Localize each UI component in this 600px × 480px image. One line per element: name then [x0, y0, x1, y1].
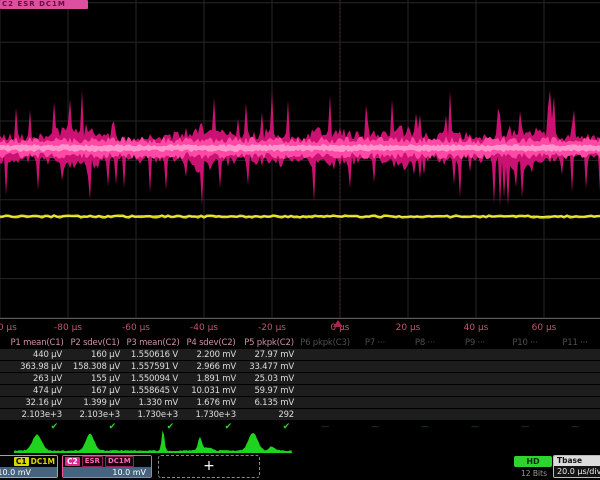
- time-axis: -100 µs-80 µs-60 µs-40 µs-20 µs0 µs20 µs…: [0, 318, 600, 338]
- time-axis-line: [0, 318, 600, 319]
- measurement-value: 1.399 µV: [66, 397, 124, 409]
- time-axis-label: -60 µs: [122, 323, 150, 333]
- time-axis-label: -20 µs: [258, 323, 286, 333]
- measurement-row: 32.16 µV1.399 µV1.330 mV1.676 mV6.135 mV: [0, 397, 600, 409]
- measurement-value: 1.550616 V: [124, 349, 182, 361]
- measurement-value: 2.103e+3: [66, 409, 124, 421]
- measurement-value: 167 µV: [66, 385, 124, 397]
- time-axis-label: -80 µs: [54, 323, 82, 333]
- waveform-display[interactable]: [0, 0, 600, 318]
- measurement-value: 292: [240, 409, 298, 421]
- param-column-header[interactable]: P4 sdev(C2): [182, 338, 240, 349]
- param-column-header[interactable]: P5 pkpk(C2): [240, 338, 298, 349]
- trace-label-badge: C2 ESR DC1M: [0, 0, 88, 9]
- measurement-value: 2.200 mV: [182, 349, 240, 361]
- waveform-grid[interactable]: C2 ESR DC1M: [0, 0, 600, 318]
- measurement-value: 440 µV: [8, 349, 66, 361]
- measurement-value: 10.031 mV: [182, 385, 240, 397]
- measurement-row: 2.103e+32.103e+31.730e+31.730e+3292: [0, 409, 600, 421]
- c2-esr-badge: ESR: [82, 456, 103, 467]
- time-axis-label: -100 µs: [0, 323, 17, 333]
- measurement-value: 1.558645 V: [124, 385, 182, 397]
- param-column-header[interactable]: P3 mean(C2): [124, 338, 182, 349]
- measurement-value: 158.308 µV: [66, 361, 124, 373]
- c1-scale: 10.0 mV: [0, 467, 57, 478]
- measurement-value: 1.676 mV: [182, 397, 240, 409]
- measurement-value: 1.730e+3: [182, 409, 240, 421]
- parameter-histicons: [0, 429, 600, 454]
- param-column-header-inactive[interactable]: P9 ···: [450, 338, 500, 349]
- measurement-value: 363.98 µV: [8, 361, 66, 373]
- trigger-marker[interactable]: [333, 320, 343, 327]
- measurement-value: 33.477 mV: [240, 361, 298, 373]
- time-axis-label: 20 µs: [396, 323, 421, 333]
- timebase-value: 20.0 µs/div: [554, 466, 600, 478]
- c1-coupling: DC1M: [31, 457, 55, 466]
- measurement-value: 1.891 mV: [182, 373, 240, 385]
- measurement-value: 1.557591 V: [124, 361, 182, 373]
- c2-label: C2: [65, 457, 80, 466]
- time-axis-label: -40 µs: [190, 323, 218, 333]
- param-column-header-inactive[interactable]: P10 ···: [500, 338, 550, 349]
- param-column-header[interactable]: P1 mean(C1): [8, 338, 66, 349]
- measurement-row: 440 µV160 µV1.550616 V2.200 mV27.97 mV: [0, 349, 600, 361]
- timebase-title: Tbase: [554, 456, 600, 466]
- measurement-row: 263 µV155 µV1.550094 V1.891 mV25.03 mV: [0, 373, 600, 385]
- channel-c2-descriptor[interactable]: C2 ESR DC1M 10.0 mV: [62, 455, 152, 478]
- measurement-value: 25.03 mV: [240, 373, 298, 385]
- measurement-value: 1.730e+3: [124, 409, 182, 421]
- measurement-value: 474 µV: [8, 385, 66, 397]
- add-trace-button[interactable]: +: [158, 455, 260, 478]
- time-axis-label: 40 µs: [464, 323, 489, 333]
- status-bar: C1 DC1M 10.0 mV C2 ESR DC1M 10.0 mV + HD…: [0, 454, 600, 480]
- c2-scale: 10.0 mV: [63, 467, 151, 478]
- measurement-value: 6.135 mV: [240, 397, 298, 409]
- param-column-header-inactive[interactable]: P11 ···: [550, 338, 600, 349]
- timebase-descriptor[interactable]: Tbase 20.0 µs/div: [553, 455, 600, 478]
- channel-c1-descriptor[interactable]: C1 DC1M 10.0 mV: [0, 455, 58, 478]
- oscilloscope-screen: C2 ESR DC1M -100 µs -80 µs -60 µs -40 µs -20…: [0, 0, 600, 480]
- param-column-header-inactive[interactable]: P6 pkpk(C3): [300, 338, 350, 349]
- param-column-header-inactive[interactable]: P7 ···: [350, 338, 400, 349]
- c1-label: C1: [14, 457, 29, 466]
- param-column-header-inactive[interactable]: P8 ···: [400, 338, 450, 349]
- measurement-value: 1.550094 V: [124, 373, 182, 385]
- measurement-value: 155 µV: [66, 373, 124, 385]
- measurement-value: 1.330 mV: [124, 397, 182, 409]
- measurement-value: 27.97 mV: [240, 349, 298, 361]
- param-column-header[interactable]: P2 sdev(C1): [66, 338, 124, 349]
- measurement-table: P1 mean(C1)P2 sdev(C1)P3 mean(C2)P4 sdev…: [0, 338, 600, 434]
- c2-coupling-badge: DC1M: [105, 456, 134, 467]
- measurement-value: 2.103e+3: [8, 409, 66, 421]
- hd-mode-badge[interactable]: HD: [514, 456, 552, 467]
- time-axis-label: 60 µs: [532, 323, 557, 333]
- measurement-value: 263 µV: [8, 373, 66, 385]
- measurement-value: 32.16 µV: [8, 397, 66, 409]
- measurement-value: 59.97 mV: [240, 385, 298, 397]
- measurement-value: 2.966 mV: [182, 361, 240, 373]
- resolution-bits-label: 12 Bits: [512, 469, 556, 478]
- measurement-row: 474 µV167 µV1.558645 V10.031 mV59.97 mV: [0, 385, 600, 397]
- measurement-row: 363.98 µV158.308 µV1.557591 V2.966 mV33.…: [0, 361, 600, 373]
- measurement-value: 160 µV: [66, 349, 124, 361]
